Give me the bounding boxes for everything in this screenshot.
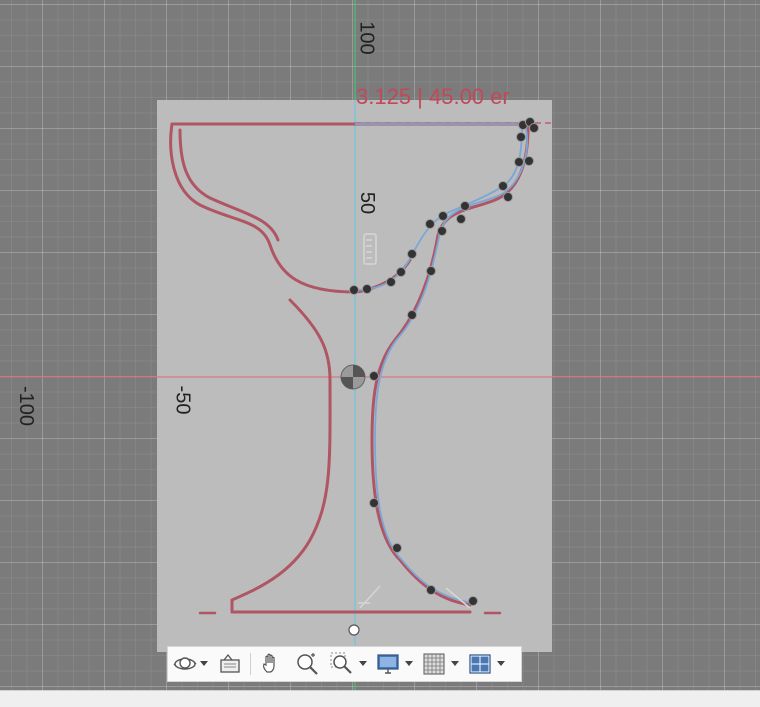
grid-snaps-icon bbox=[423, 653, 445, 675]
canvas-viewport[interactable]: 3.125 | 45.00 er 100 50 -100 -50 bbox=[0, 0, 760, 690]
control-point bbox=[386, 277, 396, 287]
orbit-button[interactable] bbox=[172, 649, 198, 679]
display-settings-menu-caret[interactable] bbox=[403, 649, 415, 679]
grid-snaps-menu-caret[interactable] bbox=[449, 649, 461, 679]
display-settings-icon bbox=[377, 654, 399, 674]
pan-hand-icon bbox=[263, 653, 275, 673]
control-point bbox=[468, 596, 478, 606]
chevron-down-icon bbox=[200, 661, 208, 666]
control-point bbox=[529, 123, 539, 133]
viewports-menu-caret[interactable] bbox=[495, 649, 507, 679]
chevron-down-icon bbox=[405, 661, 413, 666]
display-settings-button[interactable] bbox=[373, 649, 403, 679]
control-point bbox=[456, 214, 466, 224]
chevron-down-icon bbox=[497, 661, 505, 666]
tangent-constraint-icons[interactable] bbox=[358, 585, 471, 609]
grid-snaps-button[interactable] bbox=[419, 649, 449, 679]
control-point bbox=[426, 266, 436, 276]
control-point bbox=[407, 310, 417, 320]
control-point bbox=[407, 249, 417, 259]
control-point bbox=[369, 371, 379, 381]
control-point bbox=[503, 192, 513, 202]
origin-marker[interactable] bbox=[340, 364, 366, 390]
control-point bbox=[369, 498, 379, 508]
fit-zoom-window-icon bbox=[330, 652, 352, 674]
toolbar-separator bbox=[250, 653, 251, 675]
axis-label-x-minus-100: -100 bbox=[15, 385, 38, 427]
control-point bbox=[516, 132, 526, 142]
navigation-toolbar bbox=[167, 646, 522, 682]
viewports-icon bbox=[469, 654, 491, 674]
axis-label-x-minus-50: -50 bbox=[171, 385, 194, 415]
fit-zoom-window-button[interactable] bbox=[327, 649, 357, 679]
look-at-icon bbox=[220, 653, 240, 673]
sketch-overlay[interactable]: 3.125 | 45.00 er bbox=[0, 0, 760, 690]
control-point bbox=[349, 285, 359, 295]
constraint-icon[interactable] bbox=[363, 233, 377, 265]
control-point bbox=[392, 543, 402, 553]
control-point bbox=[426, 585, 436, 595]
axis-label-y-100: 100 bbox=[355, 21, 378, 55]
orbit-icon bbox=[173, 657, 197, 670]
control-point bbox=[425, 219, 435, 229]
control-point bbox=[362, 284, 372, 294]
viewports-button[interactable] bbox=[465, 649, 495, 679]
control-point bbox=[498, 181, 508, 191]
control-point bbox=[438, 211, 448, 221]
control-point bbox=[396, 267, 406, 277]
pan-button[interactable] bbox=[255, 649, 287, 679]
control-point bbox=[524, 156, 534, 166]
control-point bbox=[437, 226, 447, 236]
zoom-icon bbox=[297, 653, 318, 675]
control-point bbox=[460, 201, 470, 211]
dimension-text: 3.125 | 45.00 er bbox=[356, 84, 510, 109]
chevron-down-icon bbox=[359, 661, 367, 666]
control-point bbox=[514, 157, 524, 167]
status-bar bbox=[0, 690, 760, 707]
axis-label-y-50: 50 bbox=[356, 191, 379, 215]
zoom-button[interactable] bbox=[291, 649, 323, 679]
look-at-button[interactable] bbox=[214, 649, 246, 679]
chevron-down-icon bbox=[451, 661, 459, 666]
fit-zoom-menu-caret[interactable] bbox=[357, 649, 369, 679]
orbit-menu-caret[interactable] bbox=[198, 649, 210, 679]
spline-end-point[interactable] bbox=[348, 624, 360, 636]
